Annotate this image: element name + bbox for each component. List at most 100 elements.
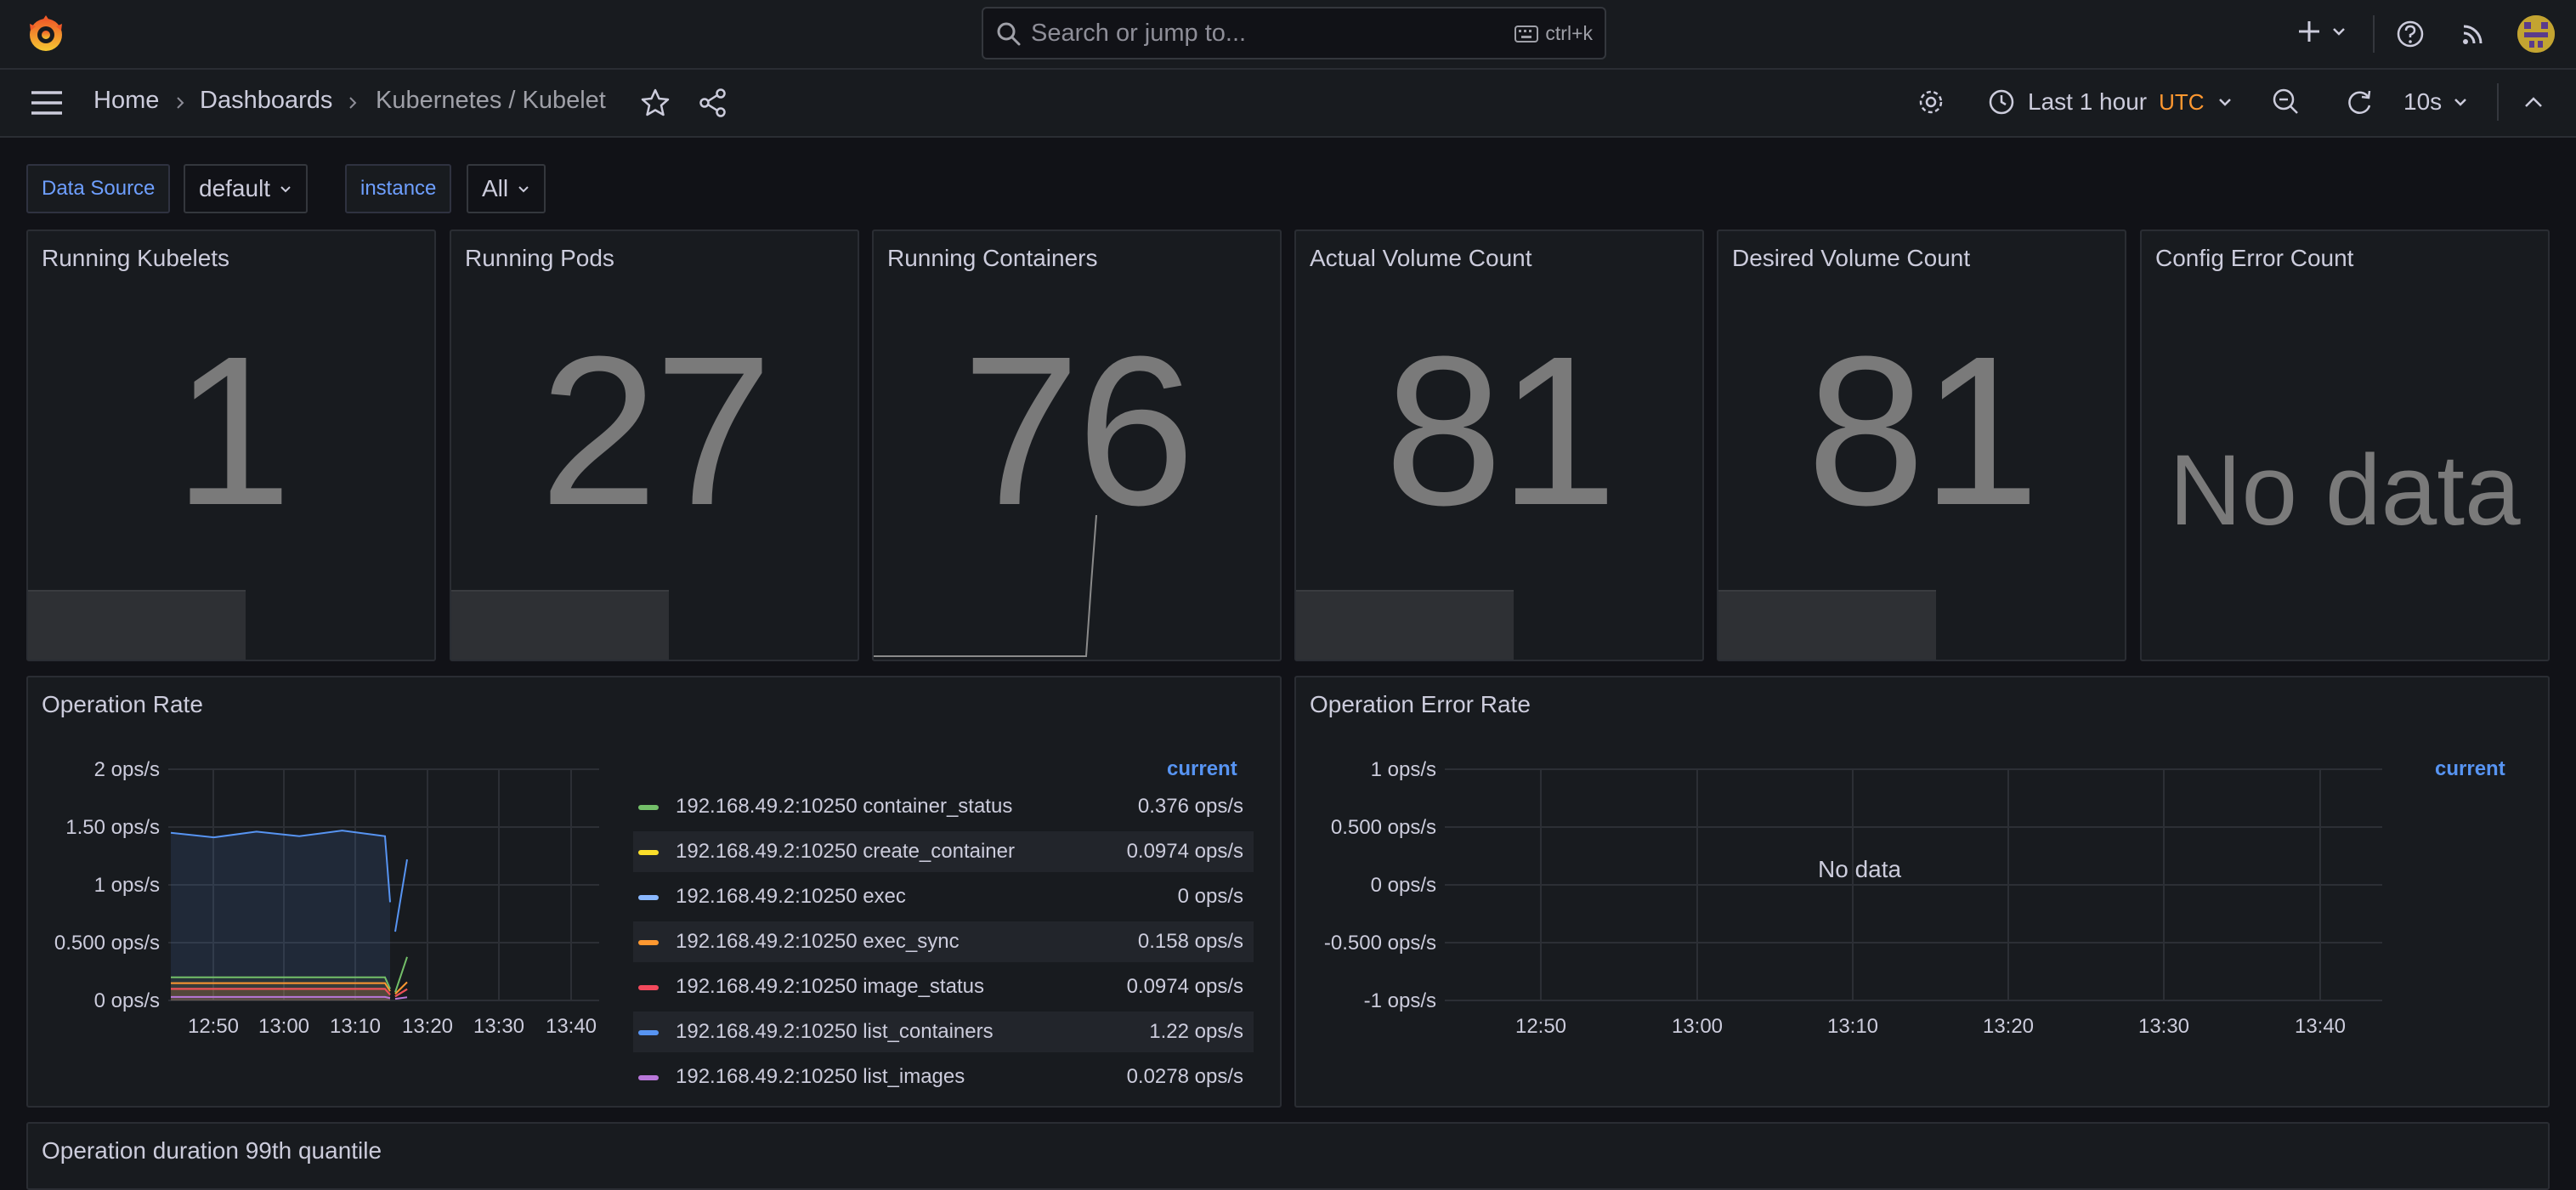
legend-series-name: 192.168.49.2:10250 exec (676, 885, 906, 908)
legend-item[interactable]: 192.168.49.2:10250 image_status 0.0974 op… (633, 966, 1254, 1007)
stat-no-data: No data (2169, 434, 2521, 547)
refresh-interval-picker[interactable]: 10s (2403, 85, 2469, 119)
time-picker-button[interactable]: Last 1 hour UTC (1987, 85, 2233, 119)
legend-header-current[interactable]: current (1167, 757, 1237, 781)
star-icon[interactable] (639, 87, 671, 123)
stat-panel-actual-volume-count[interactable]: Actual Volume Count 81 (1294, 230, 1704, 661)
panel-operation-rate[interactable]: Operation Rate 0 ops/s 0.500 ops/s 1 ops/s… (26, 676, 1282, 1108)
chevron-down-icon (2218, 99, 2231, 106)
stat-panel-running-containers[interactable]: Running Containers 76 (872, 230, 1282, 661)
legend-item[interactable]: 192.168.49.2:10250 list_images 0.0278 ops… (633, 1057, 1254, 1097)
stat-panel-desired-volume-count[interactable]: Desired Volume Count 81 (1717, 230, 2126, 661)
stat-panel-config-error-count[interactable]: Config Error Count No data (2140, 230, 2550, 661)
panel-operation-duration[interactable]: Operation duration 99th quantile (26, 1122, 2550, 1190)
instance-value: All (482, 175, 509, 201)
chevron-right-icon (174, 95, 186, 115)
stat-value: 76 (961, 312, 1195, 549)
legend-header-current[interactable]: current (2435, 757, 2505, 781)
legend-series-name: 192.168.49.2:10250 create_container (676, 840, 1015, 863)
panel-title: Actual Volume Count (1310, 245, 1532, 271)
news-feed-icon[interactable] (2456, 17, 2490, 55)
series-area (171, 830, 390, 1000)
user-avatar[interactable] (2517, 15, 2555, 53)
panel-title: Running Containers (887, 245, 1098, 271)
y-tick-label: 1 ops/s (1371, 758, 1436, 781)
refresh-interval-label: 10s (2403, 88, 2443, 115)
legend-series-name: 192.168.49.2:10250 exec_sync (676, 930, 960, 953)
legend-color-swatch (638, 1075, 659, 1080)
y-tick-label: 0.500 ops/s (54, 932, 160, 955)
operation-rate-chart: 0 ops/s 0.500 ops/s 1 ops/s 1.50 ops/s 2 ops… (54, 758, 599, 1038)
refresh-icon[interactable] (2342, 85, 2376, 123)
keyboard-shortcut: ctrl+k (1514, 22, 1593, 45)
legend-item[interactable]: 192.168.49.2:10250 exec 0 ops/s (633, 876, 1254, 917)
legend-color-swatch (638, 940, 659, 945)
sparkline (874, 515, 1097, 657)
legend-current-value: 0.0974 ops/s (1126, 840, 1243, 863)
plus-icon (2299, 21, 2319, 42)
clock-icon (1989, 89, 2014, 115)
panel-title: Running Pods (465, 245, 614, 271)
legend-color-swatch (638, 985, 659, 990)
menu-toggle-icon[interactable] (29, 88, 65, 122)
variable-label-instance: instance (345, 164, 452, 213)
chevron-up-icon[interactable] (2521, 90, 2546, 120)
chevron-down-icon (518, 186, 529, 193)
legend-color-swatch (638, 1030, 659, 1035)
legend-color-swatch (638, 895, 659, 900)
legend-item[interactable]: 192.168.49.2:10250 list_containers 1.22 o… (633, 1012, 1254, 1052)
legend-current-value: 0.376 ops/s (1137, 795, 1243, 818)
sparkline-area (28, 590, 246, 660)
panel-title: Config Error Count (2155, 245, 2354, 271)
chevron-down-icon (280, 186, 291, 193)
legend-item[interactable]: 192.168.49.2:10250 create_container 0.097… (633, 831, 1254, 872)
new-dropdown-button[interactable] (2295, 17, 2347, 46)
x-tick-label: 12:50 (188, 1015, 239, 1038)
legend-item[interactable]: 192.168.49.2:10250 exec_sync 0.158 ops/s (633, 921, 1254, 962)
x-tick-label: 13:40 (2295, 1015, 2346, 1038)
x-tick-label: 13:20 (402, 1015, 453, 1038)
time-range-label: Last 1 hour (2028, 88, 2148, 115)
shortcut-label: ctrl+k (1545, 22, 1593, 44)
legend-current-value: 0.158 ops/s (1137, 930, 1243, 953)
chevron-right-icon (347, 95, 359, 115)
y-tick-label: 0.500 ops/s (1331, 816, 1436, 839)
y-tick-label: -0.500 ops/s (1324, 932, 1436, 955)
panel-title: Operation Error Rate (1310, 691, 1531, 717)
breadcrumb-dashboards[interactable]: Dashboards (200, 87, 332, 115)
chevron-down-icon (2333, 28, 2345, 36)
divider (2373, 15, 2375, 53)
operation-error-rate-chart: -1 ops/s -0.500 ops/s 0 ops/s 0.500 ops/s 1 … (1324, 758, 2382, 1038)
chevron-down-icon (2454, 99, 2467, 106)
legend-color-swatch (638, 850, 659, 855)
panel-title: Desired Volume Count (1732, 245, 1971, 271)
dashboard-settings-icon[interactable] (1914, 85, 1948, 123)
legend-series-name: 192.168.49.2:10250 list_images (676, 1065, 965, 1088)
search-icon (997, 22, 1021, 46)
legend-item[interactable]: 192.168.49.2:10250 container_status 0.376… (633, 786, 1254, 827)
stat-panel-running-pods[interactable]: Running Pods 27 (450, 230, 859, 661)
datasource-value: default (199, 175, 271, 201)
legend-color-swatch (638, 805, 659, 810)
zoom-out-icon[interactable] (2269, 85, 2303, 123)
x-tick-label: 13:10 (330, 1015, 381, 1038)
help-icon[interactable] (2393, 17, 2427, 55)
y-tick-label: 0 ops/s (94, 989, 160, 1012)
search-bar[interactable]: Search or jump to... ctrl+k (982, 7, 1606, 60)
breadcrumb-home[interactable]: Home (93, 87, 159, 115)
instance-select[interactable]: All (467, 164, 546, 213)
panel-operation-error-rate[interactable]: Operation Error Rate -1 ops/s -0.500 ops/… (1294, 676, 2550, 1108)
legend-current-value: 1.22 ops/s (1149, 1020, 1243, 1043)
panel-title: Operation duration 99th quantile (42, 1137, 382, 1164)
grafana-logo-icon[interactable] (24, 12, 68, 56)
legend-series-name: 192.168.49.2:10250 image_status (676, 975, 984, 998)
legend-series-name: 192.168.49.2:10250 container_status (676, 795, 1013, 818)
legend-series-name: 192.168.49.2:10250 list_containers (676, 1020, 994, 1043)
datasource-select[interactable]: default (184, 164, 309, 213)
panel-title: Operation Rate (42, 691, 203, 717)
stat-panel-running-kubelets[interactable]: Running Kubelets 1 (26, 230, 436, 661)
share-icon[interactable] (697, 87, 729, 123)
legend-current-value: 0.0278 ops/s (1126, 1065, 1243, 1088)
breadcrumb-current: Kubernetes / Kubelet (376, 87, 606, 114)
x-tick-label: 13:00 (258, 1015, 309, 1038)
